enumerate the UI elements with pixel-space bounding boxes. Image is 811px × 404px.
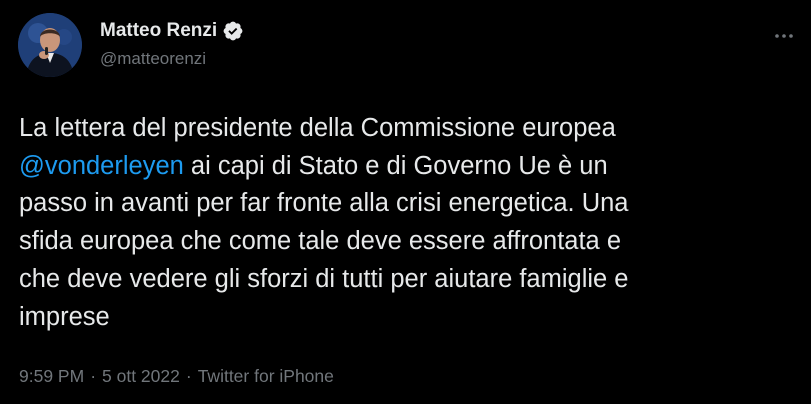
tweet-line-text: ai capi di Stato e di Governo Ue è un [183,151,608,180]
mention-link[interactable]: @vonderleyen [19,152,184,180]
tweet-meta: 9:59 PM · 5 ott 2022 · Twitter for iPhone [19,364,334,388]
avatar-photo [18,13,82,77]
tweet-line-text: che deve vedere gli sforzi di tutti per … [19,264,629,293]
tweet-line: che deve vedere gli sforzi di tutti per … [19,261,794,299]
tweet-line: @vonderleyen ai capi di Stato e di Gover… [19,148,794,186]
tweet-line: sfida europea che come tale deve essere … [19,223,794,261]
tweet-time: 9:59 PM [19,366,85,386]
avatar[interactable] [18,13,82,77]
user-handle[interactable]: @matteorenzi [100,47,244,71]
tweet-line: passo in avanti per far fronte alla cris… [19,185,794,223]
tweet-line: La lettera del presidente della Commissi… [19,110,794,148]
more-options-icon[interactable] [772,24,796,48]
author-info[interactable]: Matteo Renzi @matteorenzi [100,18,244,71]
meta-separator: · [90,366,97,386]
meta-separator: · [185,366,192,386]
tweet-source-link[interactable]: Twitter for iPhone [198,366,334,386]
tweet-line-text: imprese [19,302,110,331]
tweet-date: 5 ott 2022 [102,366,180,386]
tweet-line-text: passo in avanti per far fronte alla cris… [19,189,629,218]
verified-badge-icon [222,20,244,42]
tweet-time-link[interactable]: 9:59 PM · 5 ott 2022 [19,366,180,386]
tweet-card: Matteo Renzi @matteorenzi La lettera del… [0,0,811,404]
display-name[interactable]: Matteo Renzi [100,18,217,44]
tweet-line-text: La lettera del presidente della Commissi… [19,114,616,142]
tweet-line-text: sfida europea che come tale deve essere … [19,227,622,256]
tweet-line: imprese [19,299,794,337]
tweet-text: La lettera del presidente della Commissi… [19,110,794,336]
name-row: Matteo Renzi [100,18,244,44]
